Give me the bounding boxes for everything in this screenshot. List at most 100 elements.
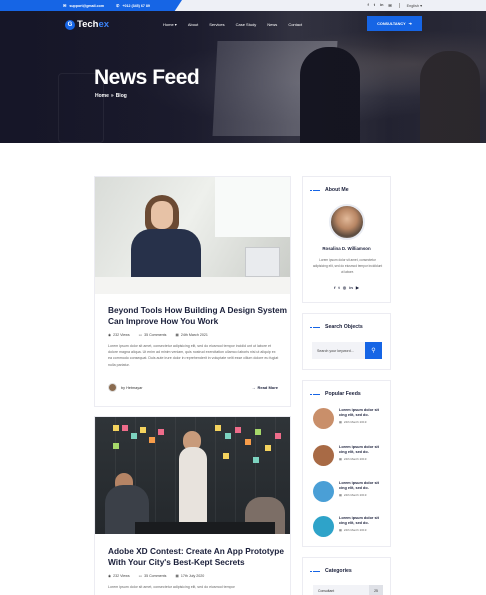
feed-date: ▦ 24th March 2019 [339, 493, 381, 497]
sticky-note [158, 429, 164, 435]
comments-meta: ▭ 35 Comments [139, 333, 167, 337]
search-button[interactable]: ⚲ [365, 342, 382, 359]
widget-title: Popular Feeds [310, 391, 361, 397]
twitter-icon[interactable]: t [374, 3, 375, 8]
search-input[interactable] [312, 342, 364, 359]
twitter-icon[interactable]: t [338, 285, 339, 290]
feed-body: Lorem ipsum dolor sit cing elit, sed do.… [339, 445, 381, 466]
sticky-note [215, 425, 221, 431]
hero-banner: G Techex Home ▾ About Services Case Stud… [0, 11, 486, 143]
author-name[interactable]: by Hetmayar [121, 386, 143, 390]
nav-case-study[interactable]: Case Study [236, 22, 257, 27]
category-item[interactable]: Consultant 25 [313, 585, 383, 595]
avatar [108, 383, 117, 392]
search-title: Search Objects [325, 324, 363, 330]
consultancy-button[interactable]: CONSULTANCY ➔ [367, 16, 422, 31]
nav-contact[interactable]: Contact [288, 22, 302, 27]
chevron-down-icon: ▾ [174, 22, 177, 27]
image-window [215, 177, 290, 237]
blog-post-card: Beyond Tools How Building A Design Syste… [94, 176, 291, 407]
comment-icon: ▭ [138, 574, 143, 578]
main-nav: G Techex Home ▾ About Services Case Stud… [0, 11, 486, 39]
nav-about[interactable]: About [188, 22, 198, 27]
post-meta: ◉ 232 Views ▭ 35 Comments ▦ 17th July 2020 [108, 574, 204, 578]
image-desk [95, 277, 290, 294]
comments-text: 35 Comments [144, 333, 167, 337]
image-table [135, 522, 275, 534]
views-meta: ◉ 232 Views [108, 333, 130, 337]
widget-title: Search Objects [310, 324, 363, 330]
logo-text-accent: ex [98, 19, 110, 30]
topbar-right: f t in ✉ English ▾ [367, 0, 422, 11]
youtube-icon[interactable]: ▶ [356, 285, 359, 290]
avatar [329, 204, 365, 240]
mail-social-icon[interactable]: ✉ [388, 3, 391, 8]
breadcrumb-current: Blog [115, 93, 127, 99]
post-image[interactable] [95, 177, 290, 294]
feed-date: ▦ 24th March 2019 [339, 528, 381, 532]
feed-item[interactable]: Lorem ipsum dolor sit cing elit, sed do.… [313, 516, 381, 537]
language-select[interactable]: English ▾ [407, 3, 422, 8]
feed-title[interactable]: Lorem ipsum dolor sit cing elit, sed do. [339, 516, 381, 526]
phone-link[interactable]: ✆ +012 (345) 67 89 [116, 2, 150, 8]
consultancy-label: CONSULTANCY [377, 21, 406, 26]
popular-feeds-widget: Popular Feeds Lorem ipsum dolor sit cing… [302, 380, 391, 547]
feed-item[interactable]: Lorem ipsum dolor sit cing elit, sed do.… [313, 481, 381, 502]
title-dash [310, 393, 320, 395]
eye-icon: ◉ [108, 574, 112, 578]
about-text: Lorem ipsum dolor sit amet, consectetur … [312, 258, 383, 275]
feed-body: Lorem ipsum dolor sit cing elit, sed do.… [339, 516, 381, 537]
feed-title[interactable]: Lorem ipsum dolor sit cing elit, sed do. [339, 481, 381, 491]
views-meta: ◉ 232 Views [108, 574, 130, 578]
date-text: 24th March 2021 [180, 333, 208, 337]
email-link[interactable]: ✉ support@gmail.com [63, 3, 104, 8]
logo-icon: G [65, 19, 75, 30]
feed-item[interactable]: Lorem ipsum dolor sit cing elit, sed do.… [313, 408, 381, 429]
sticky-note [235, 427, 241, 433]
sticky-note [225, 433, 231, 439]
arrow-right-icon: → [251, 385, 256, 390]
read-more-link[interactable]: → Read More [252, 385, 278, 390]
feed-item[interactable]: Lorem ipsum dolor sit cing elit, sed do.… [313, 445, 381, 466]
nav-news[interactable]: News [267, 22, 277, 27]
widget-title: Categories [310, 568, 352, 574]
linkedin-icon[interactable]: in [380, 3, 383, 8]
blog-post-card: Adobe XD Contest: Create An App Prototyp… [94, 416, 291, 595]
sticky-note [275, 433, 281, 439]
post-title[interactable]: Adobe XD Contest: Create An App Prototyp… [108, 546, 288, 568]
linkedin-icon[interactable]: in [349, 285, 353, 290]
logo[interactable]: G Techex [65, 19, 109, 30]
phone-icon: ✆ [116, 2, 120, 8]
logo-text-first: Tech [77, 19, 99, 30]
page-title: News Feed [94, 66, 200, 89]
popular-title: Popular Feeds [325, 391, 361, 397]
comments-text: 35 Comments [144, 574, 167, 578]
sticky-note [253, 457, 259, 463]
post-excerpt: Lorem ipsum dolor sit amet, consectetur … [108, 585, 235, 589]
nav-services[interactable]: Services [209, 22, 224, 27]
post-image[interactable] [95, 417, 290, 534]
feed-title[interactable]: Lorem ipsum dolor sit cing elit, sed do. [339, 445, 381, 455]
contact-strip: ✉ support@gmail.com ✆ +012 (345) 67 89 [0, 0, 182, 11]
post-meta: ◉ 232 Views ▭ 35 Comments ▦ 24th March 2021 [108, 333, 208, 337]
about-title: About Me [325, 187, 349, 193]
comments-meta: ▭ 35 Comments [139, 574, 167, 578]
facebook-icon[interactable]: f [367, 3, 368, 8]
comment-icon: ▭ [138, 333, 143, 337]
nav-home[interactable]: Home ▾ [163, 22, 177, 27]
calendar-icon: ▦ [339, 457, 342, 461]
title-dash [310, 326, 320, 328]
facebook-icon[interactable]: f [334, 285, 335, 290]
sticky-note [131, 433, 137, 439]
language-label: English [406, 4, 420, 8]
feed-date-text: 24th March 2019 [343, 457, 367, 461]
search-box: ⚲ [312, 342, 382, 359]
instagram-icon[interactable]: ◎ [343, 285, 347, 290]
image-person-face [151, 201, 173, 229]
widget-title: About Me [310, 187, 349, 193]
post-title[interactable]: Beyond Tools How Building A Design Syste… [108, 305, 288, 327]
breadcrumb-home[interactable]: Home [95, 93, 109, 99]
about-name: Rosalina D. Williamson [322, 246, 371, 251]
feed-title[interactable]: Lorem ipsum dolor sit cing elit, sed do. [339, 408, 381, 418]
nav-home-label: Home [163, 22, 174, 27]
